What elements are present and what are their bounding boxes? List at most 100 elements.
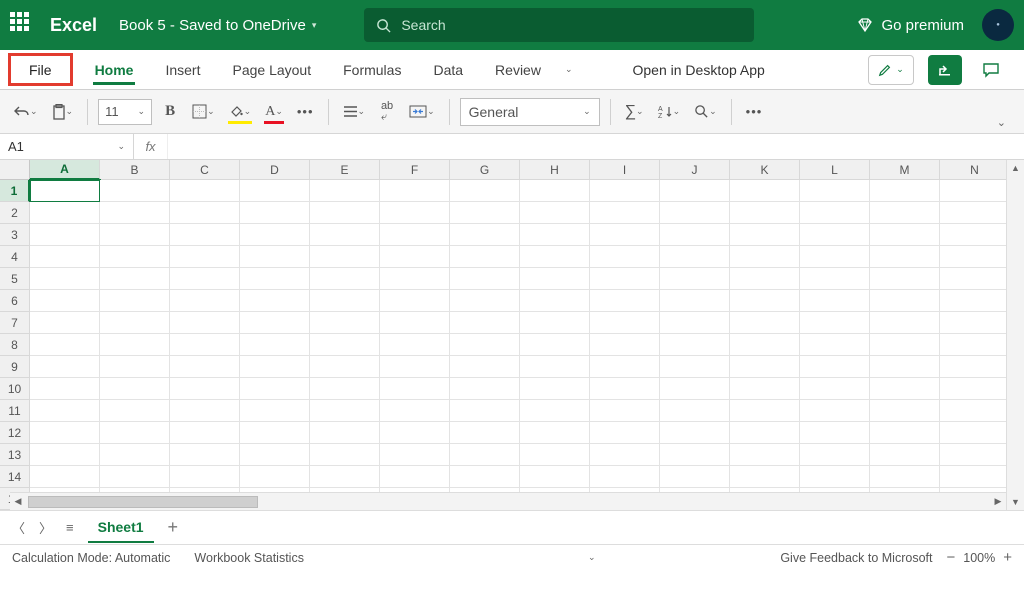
cell[interactable] <box>310 290 380 312</box>
cell[interactable] <box>800 422 870 444</box>
column-header[interactable]: M <box>870 160 940 180</box>
cell[interactable] <box>240 290 310 312</box>
bold-button[interactable]: B <box>158 98 182 126</box>
cell[interactable] <box>170 378 240 400</box>
sheet-nav-next[interactable]: 〉 <box>39 518 52 537</box>
row-header[interactable]: 13 <box>0 444 30 466</box>
cell[interactable] <box>450 378 520 400</box>
cell[interactable] <box>520 444 590 466</box>
cell[interactable] <box>870 290 940 312</box>
cell[interactable] <box>520 400 590 422</box>
cell[interactable] <box>240 180 310 202</box>
cell[interactable] <box>100 246 170 268</box>
cell[interactable] <box>170 466 240 488</box>
cell[interactable] <box>660 202 730 224</box>
column-header[interactable]: N <box>940 160 1010 180</box>
cell[interactable] <box>170 246 240 268</box>
cell[interactable] <box>800 290 870 312</box>
cell[interactable] <box>730 400 800 422</box>
comments-button[interactable] <box>976 55 1006 85</box>
workbook-stats-label[interactable]: Workbook Statistics <box>194 551 304 565</box>
collapse-ribbon-button[interactable]: ⌄ <box>989 112 1014 133</box>
cell[interactable] <box>940 246 1010 268</box>
feedback-link[interactable]: Give Feedback to Microsoft <box>780 551 932 565</box>
cell[interactable] <box>590 246 660 268</box>
cell[interactable] <box>30 246 100 268</box>
cell[interactable] <box>170 422 240 444</box>
tab-home[interactable]: Home <box>79 50 150 89</box>
cell[interactable] <box>590 334 660 356</box>
cell[interactable] <box>800 400 870 422</box>
zoom-in-button[interactable]: + <box>1003 549 1012 566</box>
scroll-thumb[interactable] <box>28 496 258 508</box>
select-all-corner[interactable] <box>0 160 30 180</box>
cell[interactable] <box>730 334 800 356</box>
row-header[interactable]: 9 <box>0 356 30 378</box>
cell[interactable] <box>100 202 170 224</box>
cell[interactable] <box>100 422 170 444</box>
column-header[interactable]: L <box>800 160 870 180</box>
scroll-right-arrow[interactable]: ▶ <box>990 496 1006 507</box>
font-color-button[interactable]: A ⌄ <box>261 98 287 126</box>
cell[interactable] <box>380 224 450 246</box>
cell[interactable] <box>450 268 520 290</box>
cell[interactable] <box>170 400 240 422</box>
cell[interactable] <box>100 268 170 290</box>
search-box[interactable] <box>364 8 754 42</box>
cell[interactable] <box>660 290 730 312</box>
scroll-down-arrow[interactable]: ▼ <box>1011 494 1020 510</box>
row-header[interactable]: 5 <box>0 268 30 290</box>
cell[interactable] <box>660 268 730 290</box>
column-header[interactable]: B <box>100 160 170 180</box>
tab-page-layout[interactable]: Page Layout <box>216 50 327 89</box>
add-sheet-button[interactable]: + <box>168 517 179 538</box>
cell[interactable] <box>100 466 170 488</box>
cell[interactable] <box>240 224 310 246</box>
cell[interactable] <box>870 422 940 444</box>
cell[interactable] <box>520 422 590 444</box>
cell[interactable] <box>100 180 170 202</box>
cell[interactable] <box>380 422 450 444</box>
cell[interactable] <box>590 268 660 290</box>
row-header[interactable]: 8 <box>0 334 30 356</box>
scroll-left-arrow[interactable]: ◀ <box>10 496 26 507</box>
cell[interactable] <box>240 422 310 444</box>
cell[interactable] <box>450 444 520 466</box>
tab-insert[interactable]: Insert <box>149 50 216 89</box>
cell[interactable] <box>380 180 450 202</box>
cell[interactable] <box>870 268 940 290</box>
cell[interactable] <box>730 356 800 378</box>
cell[interactable] <box>240 378 310 400</box>
cell[interactable] <box>100 378 170 400</box>
cell[interactable] <box>870 466 940 488</box>
column-header[interactable]: H <box>520 160 590 180</box>
cell[interactable] <box>590 444 660 466</box>
cell[interactable] <box>660 224 730 246</box>
cell[interactable] <box>940 180 1010 202</box>
cell[interactable] <box>100 356 170 378</box>
cell[interactable] <box>450 356 520 378</box>
cell[interactable] <box>800 378 870 400</box>
font-size-select[interactable]: 11 ⌄ <box>98 99 152 125</box>
cell[interactable] <box>730 312 800 334</box>
cell[interactable] <box>940 466 1010 488</box>
cell[interactable] <box>590 466 660 488</box>
cell[interactable] <box>380 246 450 268</box>
cell[interactable] <box>310 422 380 444</box>
cell[interactable] <box>590 400 660 422</box>
user-avatar[interactable]: ● <box>982 9 1014 41</box>
tab-overflow[interactable]: ⌄ <box>557 50 581 89</box>
cell[interactable] <box>520 356 590 378</box>
cell[interactable] <box>240 356 310 378</box>
row-header[interactable]: 1 <box>0 180 30 202</box>
cell[interactable] <box>520 268 590 290</box>
cell[interactable] <box>940 356 1010 378</box>
cell[interactable] <box>310 356 380 378</box>
cell[interactable] <box>240 400 310 422</box>
cell[interactable] <box>800 180 870 202</box>
cell[interactable] <box>800 466 870 488</box>
all-sheets-button[interactable]: ≡ <box>66 520 74 535</box>
cell[interactable] <box>240 246 310 268</box>
cell[interactable] <box>520 290 590 312</box>
cell[interactable] <box>30 378 100 400</box>
